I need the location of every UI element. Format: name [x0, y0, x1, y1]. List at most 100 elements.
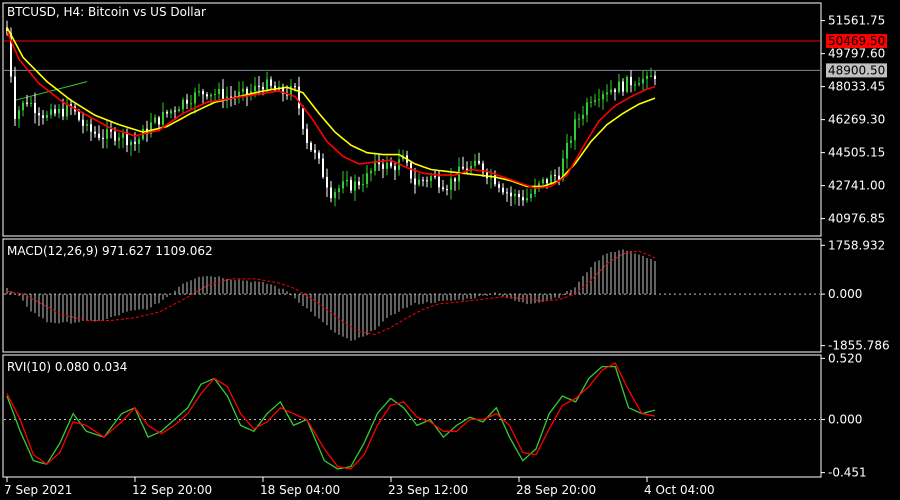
candle-body: [638, 83, 640, 85]
candle-body: [594, 100, 596, 102]
candle-body: [58, 108, 60, 114]
candle-body: [174, 110, 176, 112]
candle-body: [514, 193, 516, 197]
candle-body: [474, 160, 476, 166]
candle-body: [606, 92, 608, 95]
candle-body: [510, 192, 512, 197]
candle-body: [202, 91, 204, 95]
candle-body: [178, 109, 180, 111]
candle-body: [590, 101, 592, 103]
candle-body: [170, 110, 172, 114]
candle-body: [138, 139, 140, 144]
candle-body: [330, 187, 332, 199]
price-axis-label: 42741.00: [828, 179, 885, 193]
candle-body: [62, 108, 64, 117]
candle-body: [642, 78, 644, 84]
candle-body: [158, 117, 160, 125]
candle-body: [214, 94, 216, 96]
candle-body: [118, 137, 120, 141]
price-axis-label: 46269.30: [828, 113, 885, 127]
candle-body: [610, 89, 612, 93]
candle-body: [386, 162, 388, 169]
time-label: 23 Sep 12:00: [388, 483, 468, 497]
candle-body: [346, 179, 348, 182]
rvi-axis-label: 0.520: [828, 351, 862, 365]
candle-body: [570, 140, 572, 143]
candle-body: [630, 76, 632, 86]
candle-body: [626, 76, 628, 92]
candle-body: [518, 193, 520, 198]
time-label: 18 Sep 04:00: [260, 483, 340, 497]
candle-body: [14, 76, 16, 119]
candle-body: [414, 178, 416, 185]
candle-body: [42, 115, 44, 118]
candle-body: [122, 133, 124, 138]
candle-body: [270, 79, 272, 86]
candle-body: [586, 102, 588, 115]
price-axis-label: 51561.75: [828, 14, 885, 28]
candle-body: [218, 89, 220, 95]
candle-body: [290, 86, 292, 96]
candle-body: [430, 176, 432, 181]
candle-body: [438, 176, 440, 188]
candle-body: [294, 86, 296, 88]
candle-body: [162, 111, 164, 125]
candle-body: [654, 75, 656, 79]
candle-body: [622, 81, 624, 92]
candle-body: [90, 124, 92, 132]
candle-body: [78, 111, 80, 120]
candle-body: [254, 85, 256, 92]
candle-body: [338, 188, 340, 193]
candle-body: [394, 166, 396, 170]
candle-body: [546, 179, 548, 184]
candle-body: [242, 88, 244, 92]
candle-body: [498, 184, 500, 188]
candle-body: [66, 104, 68, 117]
candle-body: [370, 170, 372, 174]
rvi-axis-label: 0.000: [828, 413, 862, 427]
candle-body: [602, 94, 604, 100]
candle-body: [206, 94, 208, 97]
candle-body: [166, 111, 168, 114]
candle-body: [26, 102, 28, 104]
rvi-axis-label: -0.451: [828, 466, 867, 480]
candle-body: [182, 99, 184, 110]
candle-body: [198, 91, 200, 93]
price-axis-label: 49797.60: [828, 47, 885, 61]
candle-body: [126, 133, 128, 146]
candle-body: [446, 189, 448, 191]
price-axis-label: 48033.45: [828, 80, 885, 94]
candle-body: [342, 181, 344, 189]
candle-body: [418, 179, 420, 185]
candle-body: [522, 197, 524, 201]
candle-body: [86, 124, 88, 126]
candle-body: [114, 131, 116, 141]
rvi-title: RVI(10) 0.080 0.034: [7, 360, 127, 374]
candle-body: [310, 142, 312, 150]
candle-body: [262, 87, 264, 90]
candle-body: [646, 75, 648, 79]
candle-body: [302, 108, 304, 129]
candle-body: [54, 109, 56, 114]
candle-body: [542, 179, 544, 184]
candle-body: [478, 160, 480, 164]
candle-body: [22, 102, 24, 111]
candle-body: [554, 175, 556, 177]
candle-body: [38, 112, 40, 116]
candle-body: [154, 117, 156, 123]
candle-body: [582, 114, 584, 119]
candle-body: [550, 175, 552, 184]
candle-body: [102, 137, 104, 139]
candle-body: [530, 193, 532, 199]
candle-body: [110, 129, 112, 132]
candle-body: [210, 94, 212, 97]
candle-body: [350, 179, 352, 191]
candle-body: [190, 103, 192, 105]
macd-title: MACD(12,26,9) 971.627 1109.062: [7, 244, 213, 258]
candle-body: [598, 99, 600, 101]
candle-body: [526, 198, 528, 201]
candle-body: [574, 119, 576, 141]
candle-body: [454, 178, 456, 182]
trading-chart[interactable]: BTCUSD, H4: Bitcoin vs US Dollar MACD(12…: [0, 0, 900, 500]
candle-body: [422, 179, 424, 181]
